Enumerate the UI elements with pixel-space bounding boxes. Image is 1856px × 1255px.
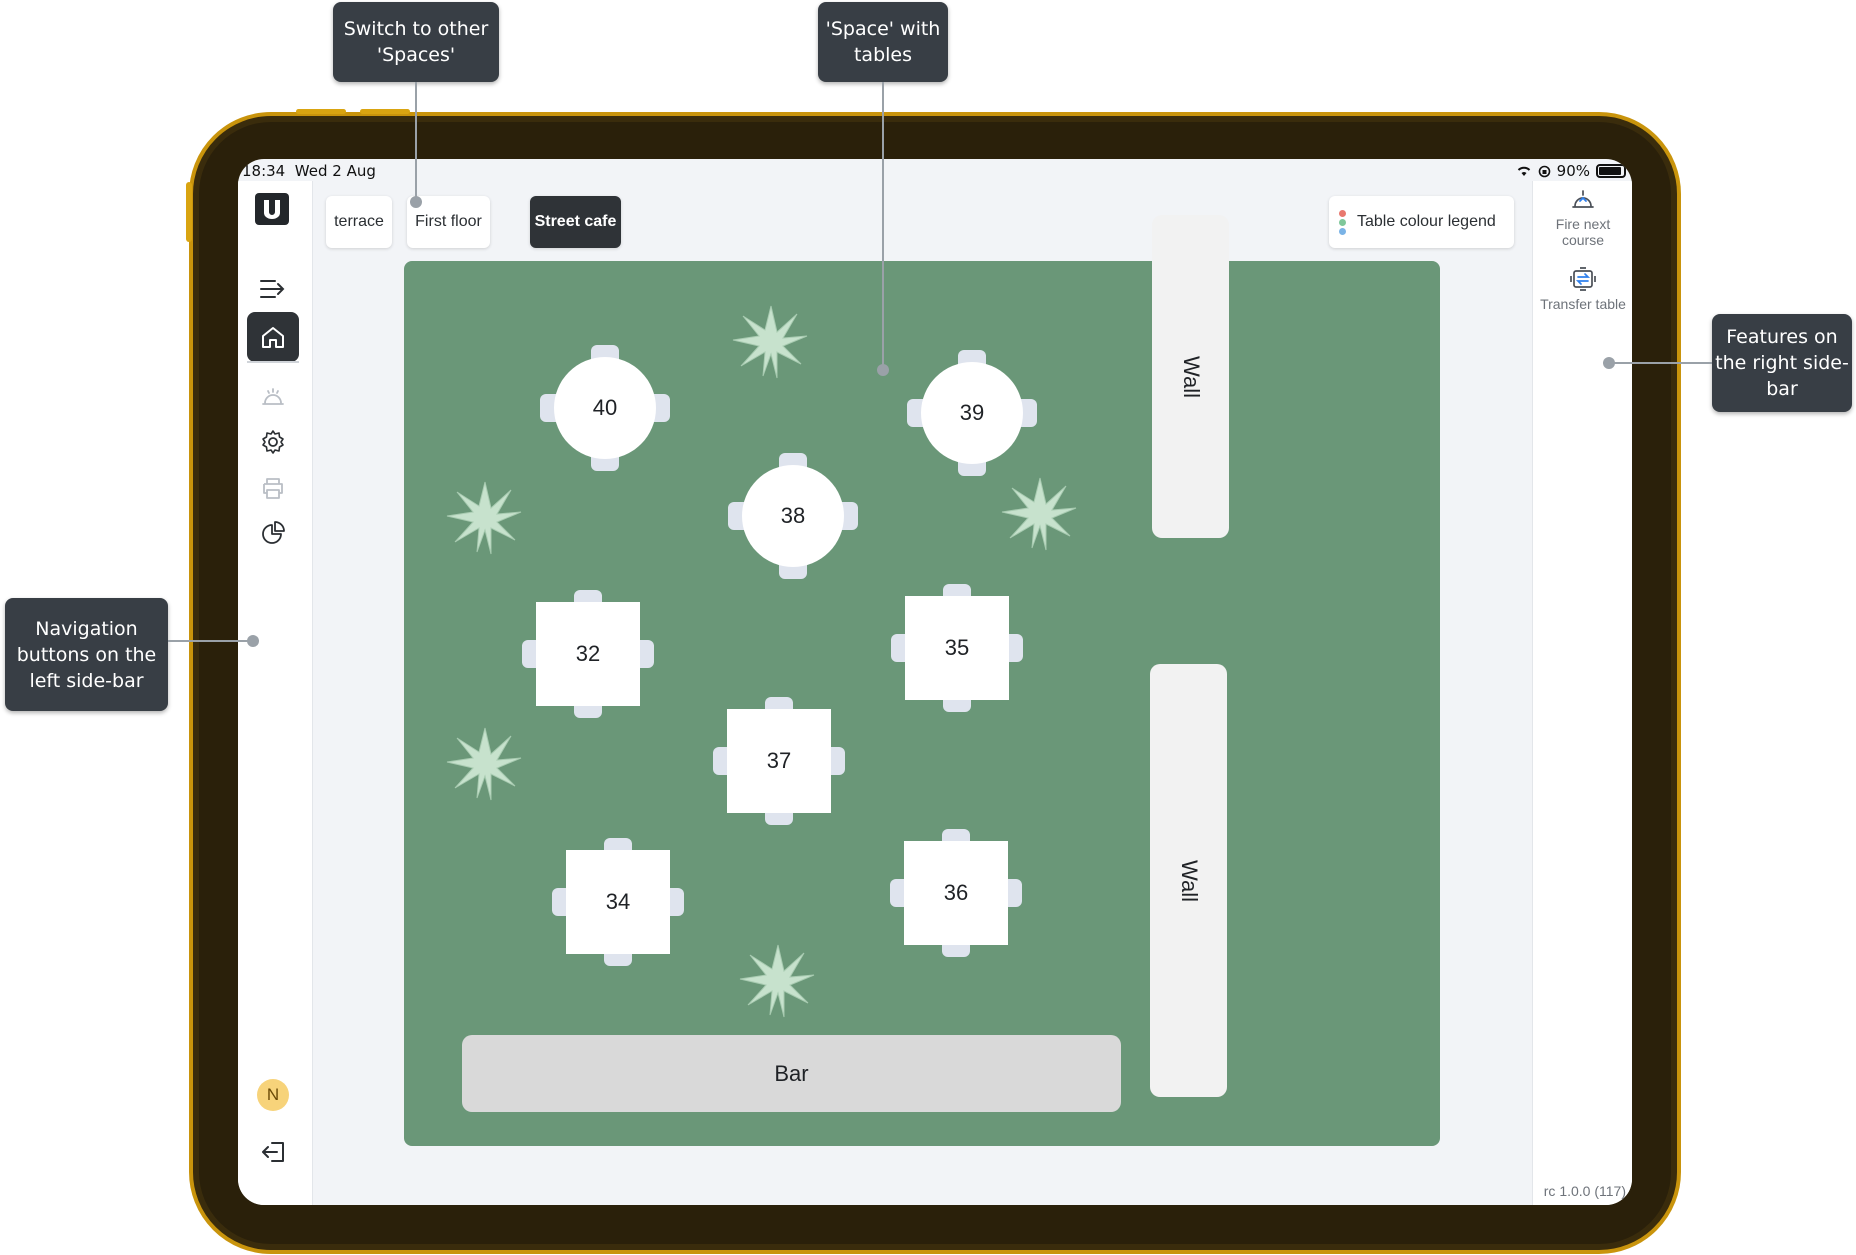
callout-leader — [415, 82, 417, 202]
settings-gear-icon — [262, 430, 284, 454]
table-39[interactable]: 39 — [921, 362, 1023, 464]
expand-sidebar-icon — [260, 280, 285, 298]
callout-space-tables: 'Space' with tables — [818, 2, 948, 82]
wall-label: Wall — [1176, 859, 1202, 902]
plant-icon — [732, 305, 808, 379]
plant-icon — [739, 944, 815, 1018]
home-icon — [262, 327, 284, 348]
annotated-screenshot: 18:34 Wed 2 Aug 90% N terrace First floo… — [0, 0, 1856, 1255]
service-bell-icon — [262, 388, 284, 405]
plant-icon — [1001, 477, 1077, 551]
status-bar: 18:34 Wed 2 Aug 90% — [238, 159, 1632, 181]
table-38[interactable]: 38 — [742, 465, 844, 567]
fire-course-icon — [1572, 190, 1594, 208]
space-tab-terrace[interactable]: terrace — [326, 196, 392, 248]
expand-sidebar-button[interactable] — [247, 264, 299, 314]
tablet-volume-button — [186, 182, 192, 242]
service-bell-button[interactable] — [247, 372, 299, 422]
reports-button[interactable] — [247, 508, 299, 558]
tablet-top-button — [296, 109, 346, 114]
space-tab-street-cafe[interactable]: Street cafe — [530, 196, 621, 248]
status-indicators: 90% — [1516, 162, 1626, 180]
battery-percent: 90% — [1556, 162, 1590, 180]
callout-switch-spaces: Switch to other 'Spaces' — [333, 2, 499, 82]
callout-dot — [877, 364, 889, 376]
fire-next-course-label: Fire next course — [1555, 216, 1611, 248]
callout-dot — [1603, 357, 1615, 369]
plant-icon — [446, 481, 522, 555]
wall-label: Wall — [1178, 355, 1204, 398]
table-34[interactable]: 34 — [566, 850, 670, 954]
callout-leader — [1610, 362, 1712, 364]
app-logo — [255, 193, 289, 230]
logout-button[interactable] — [247, 1127, 299, 1177]
legend-dots-icon — [1339, 209, 1348, 235]
tablet-top-button — [360, 109, 410, 114]
table-36[interactable]: 36 — [904, 841, 1008, 945]
callout-leader — [882, 82, 884, 370]
callout-dot — [247, 635, 259, 647]
table-32[interactable]: 32 — [536, 602, 640, 706]
table-40[interactable]: 40 — [554, 357, 656, 459]
orientation-lock-icon — [1538, 165, 1550, 177]
home-button[interactable] — [247, 312, 299, 362]
legend-label: Table colour legend — [1357, 213, 1496, 230]
bar-counter: Bar — [462, 1035, 1121, 1112]
table-colour-legend-button[interactable]: Table colour legend — [1329, 196, 1514, 248]
pie-chart-icon — [262, 521, 285, 544]
transfer-table-icon — [1570, 267, 1596, 291]
wall-top: Wall — [1152, 215, 1229, 538]
logout-icon — [262, 1142, 284, 1162]
plant-icon — [446, 727, 522, 801]
settings-button[interactable] — [247, 417, 299, 467]
transfer-table-label: Transfer table — [1540, 296, 1626, 312]
app-version: rc 1.0.0 (117) — [1543, 1183, 1626, 1199]
wifi-icon — [1517, 166, 1530, 176]
transfer-table-button[interactable]: Transfer table — [1533, 266, 1632, 312]
callout-left-navigation: Navigation buttons on the left side-bar — [5, 598, 168, 711]
callout-leader — [168, 640, 253, 642]
table-35[interactable]: 35 — [905, 596, 1009, 700]
sidebar-divider — [247, 361, 299, 363]
battery-icon — [1596, 164, 1626, 178]
right-sidebar: Fire next course Transfer table rc 1.0.0… — [1532, 181, 1632, 1205]
callout-right-features: Features on the right side-bar — [1712, 314, 1852, 412]
table-37[interactable]: 37 — [727, 709, 831, 813]
printer-icon — [263, 478, 283, 499]
status-time: 18:34 Wed 2 Aug — [242, 162, 376, 180]
printer-button[interactable] — [247, 463, 299, 513]
fire-next-course-button[interactable]: Fire next course — [1533, 188, 1632, 248]
callout-dot — [410, 196, 422, 208]
wall-bottom: Wall — [1150, 664, 1227, 1097]
user-avatar[interactable]: N — [257, 1079, 289, 1111]
left-sidebar: N — [238, 181, 313, 1205]
